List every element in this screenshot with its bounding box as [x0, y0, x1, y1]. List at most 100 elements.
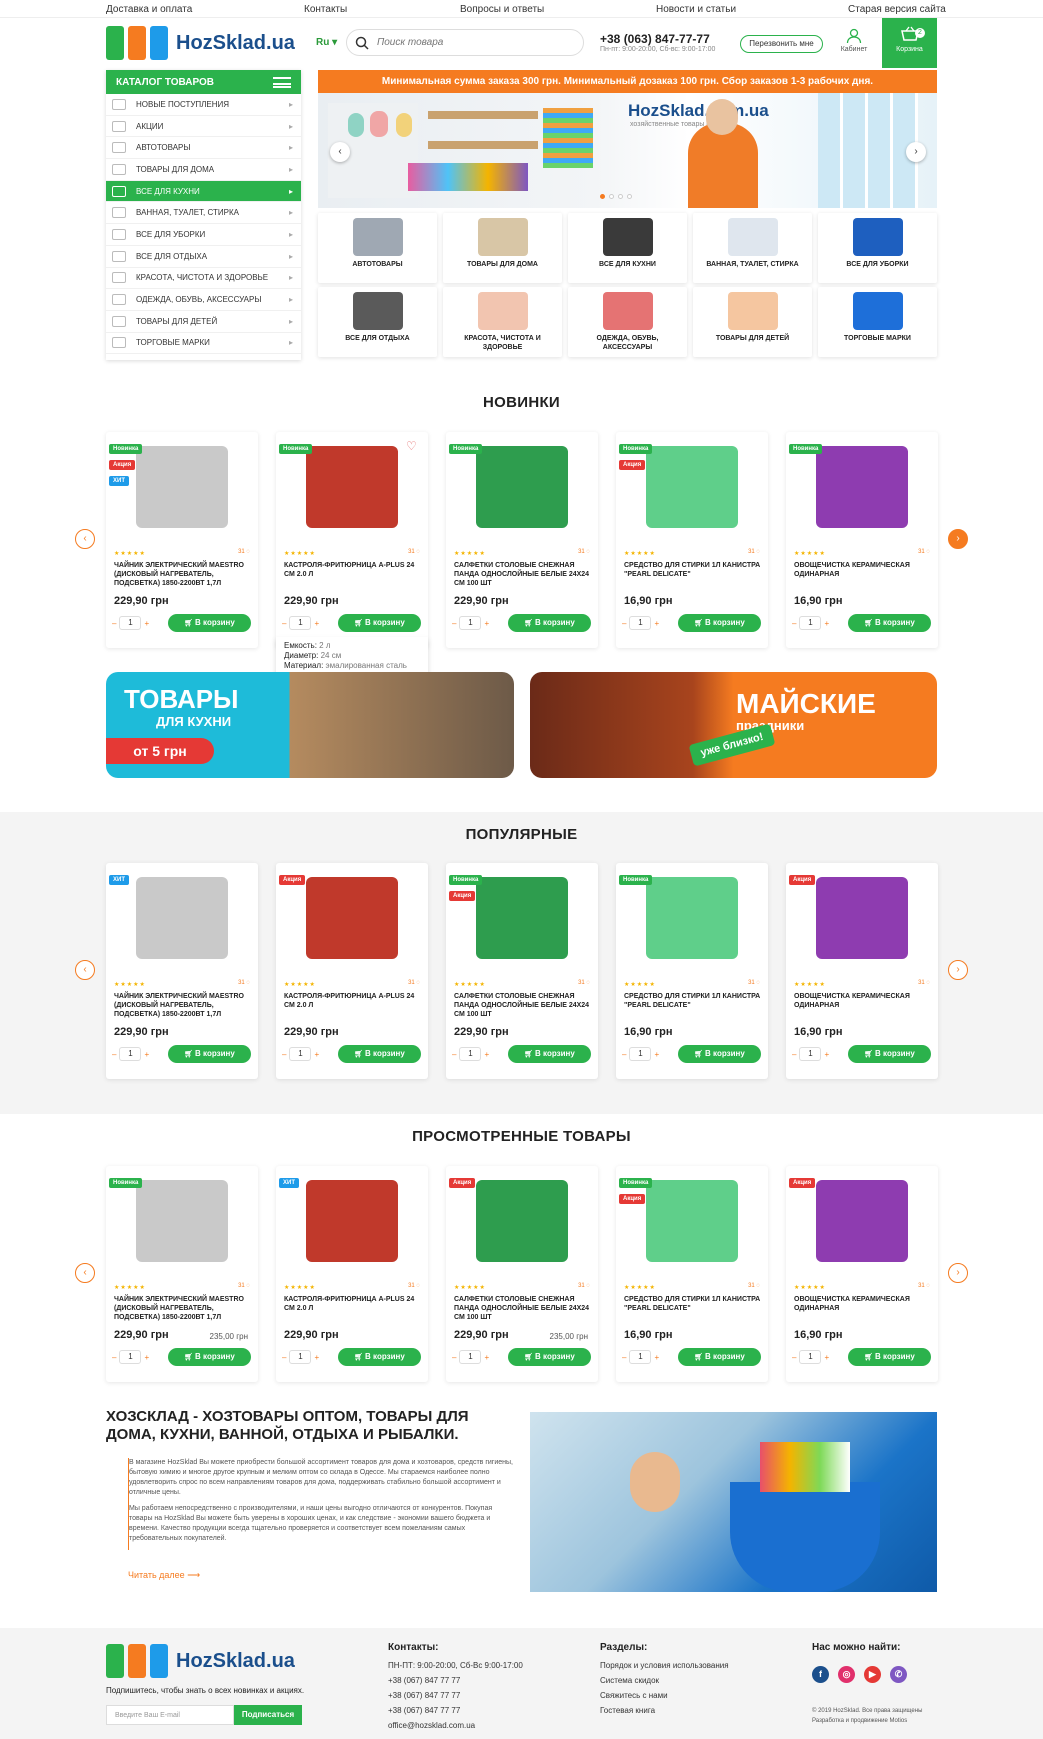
minus-button[interactable]: – — [622, 1050, 626, 1059]
product-name[interactable]: САЛФЕТКИ СТОЛОВЫЕ СНЕЖНАЯ ПАНДА ОДНОСЛОЙ… — [454, 992, 594, 1019]
add-to-cart-button[interactable]: 🛒︎ В корзину — [168, 1348, 251, 1366]
quantity-field[interactable]: 1 — [289, 1350, 312, 1364]
footer-link[interactable]: Свяжитесь с нами — [600, 1688, 729, 1703]
review-count[interactable]: 31 ◌ — [408, 1283, 420, 1289]
topnav-delivery-link[interactable]: Доставка и оплата — [106, 4, 192, 15]
footer-link[interactable]: Система скидок — [600, 1673, 729, 1688]
minus-button[interactable]: – — [282, 1353, 286, 1362]
cabinet-button[interactable]: Кабинет — [838, 28, 870, 53]
slider-dot[interactable] — [627, 194, 632, 199]
quantity-field[interactable]: 1 — [119, 616, 142, 630]
product-card[interactable]: Акция ★★★★★ 31 ◌ ОВОЩЕЧИСТКА КЕРАМИЧЕСКАЯ О… — [786, 1166, 938, 1382]
category-tile[interactable]: АВТОТОВАРЫ — [318, 213, 437, 283]
product-image[interactable] — [646, 877, 738, 959]
product-name[interactable]: СРЕДСТВО ДЛЯ СТИРКИ 1Л КАНИСТРА "PEARL D… — [624, 561, 764, 579]
search-input[interactable] — [377, 37, 557, 48]
quantity-field[interactable]: 1 — [459, 1047, 482, 1061]
catalog-item[interactable]: ВСЕ ДЛЯ УБОРКИ ▸ — [106, 224, 301, 246]
minus-button[interactable]: – — [112, 619, 116, 628]
quantity-field[interactable]: 1 — [629, 616, 652, 630]
product-card[interactable]: Новинка Акция ★★★★★ 31 ◌ СРЕДСТВО ДЛЯ СТИРКИ… — [616, 1166, 768, 1382]
callback-button[interactable]: Перезвонить мне — [740, 35, 823, 53]
catalog-item[interactable]: ТОВАРЫ ДЛЯ ДОМА ▸ — [106, 159, 301, 181]
category-tile[interactable]: ТОРГОВЫЕ МАРКИ — [818, 287, 937, 357]
phone-number[interactable]: +38 (063) 847-77-77 — [600, 32, 710, 46]
slider-dot[interactable] — [600, 194, 605, 199]
footer-logo[interactable]: HozSklad.ua — [106, 1642, 300, 1680]
review-count[interactable]: 31 ◌ — [408, 980, 420, 986]
plus-button[interactable]: + — [654, 619, 659, 628]
add-to-cart-button[interactable]: 🛒︎ В корзину — [678, 1348, 761, 1366]
product-image[interactable] — [816, 1180, 908, 1262]
minus-button[interactable]: – — [792, 1353, 796, 1362]
cart-button[interactable]: 2 Корзина — [882, 18, 937, 68]
review-count[interactable]: 31 ◌ — [578, 980, 590, 986]
review-count[interactable]: 31 ◌ — [578, 1283, 590, 1289]
quantity-field[interactable]: 1 — [629, 1350, 652, 1364]
minus-button[interactable]: – — [792, 1050, 796, 1059]
product-image[interactable] — [306, 877, 398, 959]
product-card[interactable]: Новинка Акция ★★★★★ 31 ◌ САЛФЕТКИ СТОЛОВЫЕ С… — [446, 863, 598, 1079]
topnav-old-version-link[interactable]: Старая версия сайта — [848, 4, 946, 15]
slider-dot[interactable] — [618, 194, 623, 199]
product-image[interactable] — [136, 877, 228, 959]
slider-dot[interactable] — [609, 194, 614, 199]
new-prev-arrow[interactable]: ‹ — [75, 529, 95, 549]
category-tile[interactable]: ВАННАЯ, ТУАЛЕТ, СТИРКА — [693, 213, 812, 283]
product-image[interactable] — [646, 446, 738, 528]
footer-link[interactable]: Порядок и условия использования — [600, 1658, 729, 1673]
quantity-field[interactable]: 1 — [119, 1047, 142, 1061]
catalog-item[interactable]: ВАННАЯ, ТУАЛЕТ, СТИРКА ▸ — [106, 202, 301, 225]
product-image[interactable] — [816, 446, 908, 528]
product-name[interactable]: ЧАЙНИК ЭЛЕКТРИЧЕСКИЙ MAESTRO (ДИСКОВЫЙ Н… — [114, 561, 254, 588]
product-card[interactable]: ХИТ ★★★★★ 31 ◌ ЧАЙНИК ЭЛЕКТРИЧЕСКИЙ MAESTRO… — [106, 863, 258, 1079]
plus-button[interactable]: + — [314, 1050, 319, 1059]
quantity-field[interactable]: 1 — [459, 1350, 482, 1364]
plus-button[interactable]: + — [144, 1353, 149, 1362]
review-count[interactable]: 31 ◌ — [918, 1283, 930, 1289]
product-card[interactable]: Акция ★★★★★ 31 ◌ ОВОЩЕЧИСТКА КЕРАМИЧЕСКАЯ О… — [786, 863, 938, 1079]
plus-button[interactable]: + — [144, 619, 149, 628]
add-to-cart-button[interactable]: 🛒︎ В корзину — [508, 1045, 591, 1063]
product-card[interactable]: Новинка Акция ХИТ ★★★★★ 31 ◌ ЧАЙНИК ЭЛЕКТРИЧЕ… — [106, 432, 258, 648]
product-name[interactable]: САЛФЕТКИ СТОЛОВЫЕ СНЕЖНАЯ ПАНДА ОДНОСЛОЙ… — [454, 561, 594, 588]
minus-button[interactable]: – — [112, 1353, 116, 1362]
plus-button[interactable]: + — [314, 619, 319, 628]
quantity-field[interactable]: 1 — [799, 1350, 822, 1364]
catalog-item[interactable]: КРАСОТА, ЧИСТОТА И ЗДОРОВЬЕ ▸ — [106, 268, 301, 290]
product-card[interactable]: Новинка ★★★★★ 31 ◌ ЧАЙНИК ЭЛЕКТРИЧЕСКИЙ MAE… — [106, 1166, 258, 1382]
popular-prev-arrow[interactable]: ‹ — [75, 960, 95, 980]
minus-button[interactable]: – — [452, 619, 456, 628]
catalog-item[interactable]: НОВЫЕ ПОСТУПЛЕНИЯ ▸ — [106, 94, 301, 116]
product-image[interactable] — [476, 1180, 568, 1262]
product-card[interactable]: Новинка Акция ★★★★★ 31 ◌ СРЕДСТВО ДЛЯ СТИРКИ… — [616, 432, 768, 648]
add-to-cart-button[interactable]: 🛒︎ В корзину — [678, 614, 761, 632]
catalog-header[interactable]: КАТАЛОГ ТОВАРОВ — [106, 70, 301, 94]
footer-link[interactable]: Гостевая книга — [600, 1703, 729, 1718]
email-field[interactable]: Введите Ваш E-mail — [106, 1705, 234, 1725]
review-count[interactable]: 31 ◌ — [748, 549, 760, 555]
product-image[interactable] — [306, 446, 398, 528]
review-count[interactable]: 31 ◌ — [238, 980, 250, 986]
product-name[interactable]: КАСТРОЛЯ-ФРИТЮРНИЦА A-PLUS 24 СМ 2.0 Л — [284, 1295, 424, 1313]
product-name[interactable]: САЛФЕТКИ СТОЛОВЫЕ СНЕЖНАЯ ПАНДА ОДНОСЛОЙ… — [454, 1295, 594, 1322]
minus-button[interactable]: – — [452, 1353, 456, 1362]
minus-button[interactable]: – — [452, 1050, 456, 1059]
heart-icon[interactable]: ♡ — [406, 440, 420, 452]
add-to-cart-button[interactable]: 🛒︎ В корзину — [338, 1348, 421, 1366]
quantity-field[interactable]: 1 — [799, 1047, 822, 1061]
catalog-item[interactable]: ВСЕ ДЛЯ КУХНИ ▸ — [106, 180, 301, 203]
product-image[interactable] — [816, 877, 908, 959]
quantity-field[interactable]: 1 — [799, 616, 822, 630]
hero-prev-arrow[interactable]: ‹ — [330, 142, 350, 162]
contact-phone[interactable]: +38 (067) 847 77 77 — [388, 1673, 523, 1688]
category-tile[interactable]: ВСЕ ДЛЯ КУХНИ — [568, 213, 687, 283]
plus-button[interactable]: + — [824, 1353, 829, 1362]
plus-button[interactable]: + — [824, 1050, 829, 1059]
topnav-faq-link[interactable]: Вопросы и ответы — [460, 4, 544, 15]
product-image[interactable] — [476, 877, 568, 959]
hero-next-arrow[interactable]: › — [906, 142, 926, 162]
minus-button[interactable]: – — [112, 1050, 116, 1059]
minus-button[interactable]: – — [282, 1050, 286, 1059]
category-tile[interactable]: ВСЕ ДЛЯ ОТДЫХА — [318, 287, 437, 357]
